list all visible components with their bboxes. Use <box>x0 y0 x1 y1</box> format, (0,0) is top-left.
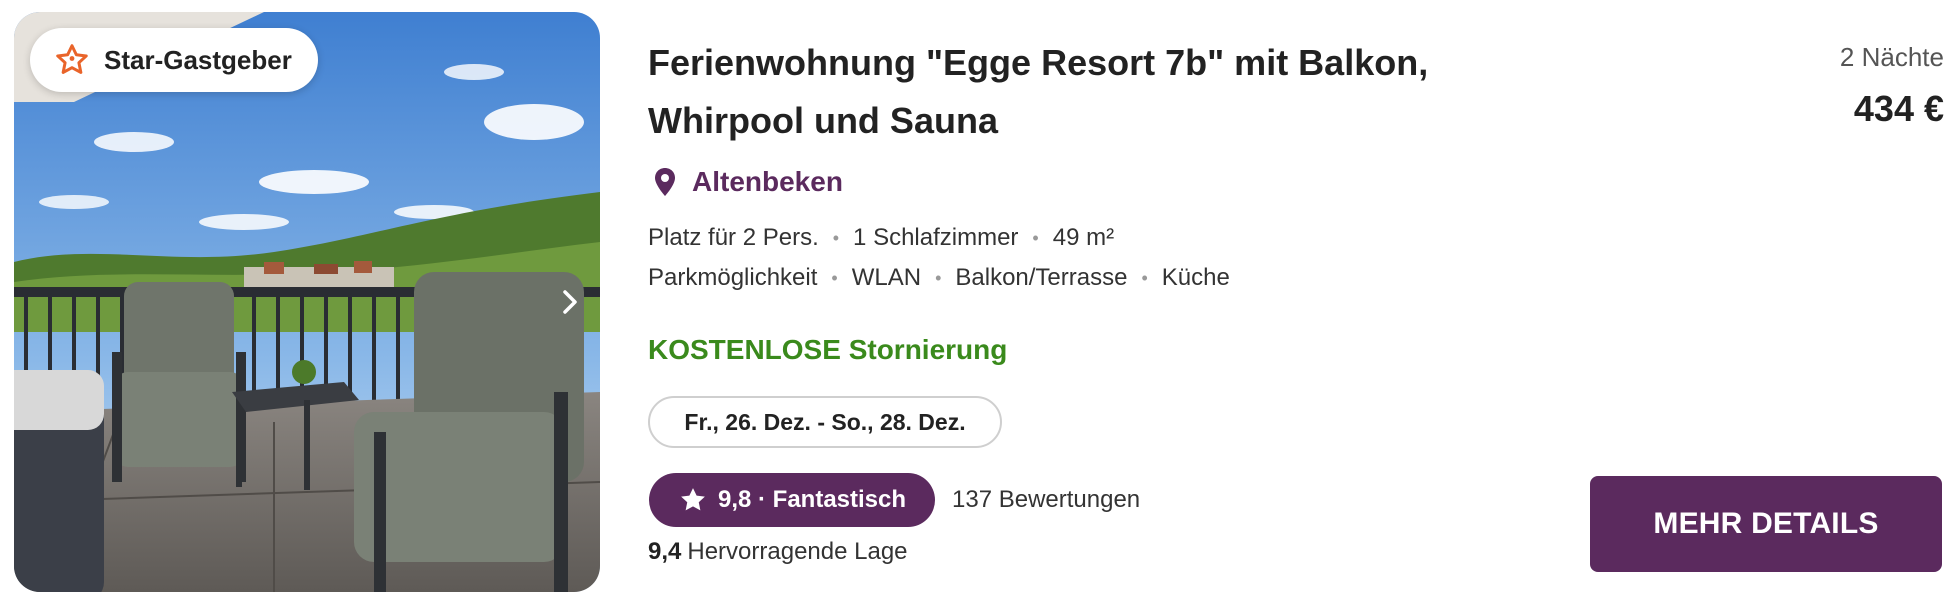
amenity-parking: Parkmöglichkeit <box>648 264 818 291</box>
fact-bedrooms: 1 Schlafzimmer <box>853 224 1019 251</box>
free-cancellation-label: KOSTENLOSE Stornierung <box>648 334 1008 365</box>
separator-dot: • <box>935 268 942 288</box>
listing-photo[interactable]: Star-Gastgeber <box>14 12 600 592</box>
location-score-label: Hervorragende Lage <box>687 538 908 565</box>
badge-label: Star-Gastgeber <box>104 44 292 75</box>
star-host-badge: Star-Gastgeber <box>30 28 318 92</box>
separator-dot: • <box>831 268 838 288</box>
rating-badge: 9,8 · Fantastisch <box>649 473 935 527</box>
more-details-button[interactable]: MEHR DETAILS <box>1590 476 1942 572</box>
balcony-photo <box>14 12 600 592</box>
listing-facts: Platz für 2 Pers. • 1 Schlafzimmer • 49 … <box>648 218 1230 298</box>
review-count[interactable]: 137 Bewertungen <box>952 486 1140 514</box>
chevron-right-icon <box>563 290 577 314</box>
date-range-pill[interactable]: Fr., 26. Dez. - So., 28. Dez. <box>648 396 1002 448</box>
amenity-balcony: Balkon/Terrasse <box>955 264 1128 291</box>
rating-label: 9,8 · Fantastisch <box>717 486 907 513</box>
separator-dot: • <box>832 228 840 248</box>
star-icon <box>681 488 705 511</box>
amenity-wifi: WLAN <box>851 264 922 291</box>
facts-row-1: Platz für 2 Pers. • 1 Schlafzimmer • 49 … <box>648 218 1230 258</box>
listing-card: Star-Gastgeber Ferienwohnung "Egge Resor… <box>0 0 1958 606</box>
location-score: 9,4 Hervorragende Lage <box>648 538 908 566</box>
separator-dot: • <box>1032 228 1039 248</box>
map-pin-icon <box>655 168 675 196</box>
location-name: Altenbeken <box>692 166 843 197</box>
nights-count: 2 Nächte <box>1839 42 1944 72</box>
next-photo-button[interactable] <box>550 282 590 322</box>
fact-guests: Platz für 2 Pers. <box>648 224 819 251</box>
facts-row-2: Parkmöglichkeit • WLAN • Balkon/Terrasse… <box>648 258 1230 298</box>
title-line-1: Ferienwohnung "Egge Resort 7b" mit Balko… <box>648 42 1429 83</box>
separator-dot: • <box>1141 268 1148 288</box>
fact-size: 49 m² <box>1052 224 1115 251</box>
listing-title[interactable]: Ferienwohnung "Egge Resort 7b" mit Balko… <box>648 34 1468 150</box>
amenity-kitchen: Küche <box>1161 264 1230 291</box>
star-outline-icon <box>56 44 88 74</box>
total-price: 434 € <box>1853 88 1944 129</box>
title-line-2: Whirpool und Sauna <box>648 100 998 141</box>
location-link[interactable]: Altenbeken <box>654 166 843 198</box>
location-score-value: 9,4 <box>648 538 682 565</box>
